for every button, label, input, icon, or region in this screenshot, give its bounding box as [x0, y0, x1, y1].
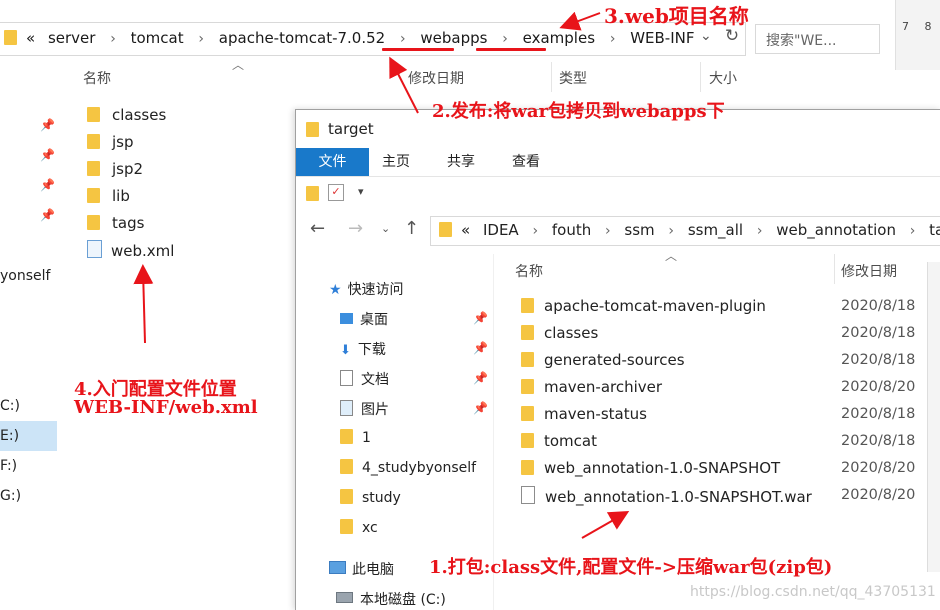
arrow-to-web-xml [133, 264, 154, 344]
arrow-to-webapps [389, 56, 419, 114]
annotation-arrows [133, 11, 630, 539]
arrow-to-web-inf [559, 11, 601, 31]
watermark: https://blog.csdn.net/qq_43705131 [690, 584, 936, 600]
arrow-to-war [581, 511, 630, 539]
